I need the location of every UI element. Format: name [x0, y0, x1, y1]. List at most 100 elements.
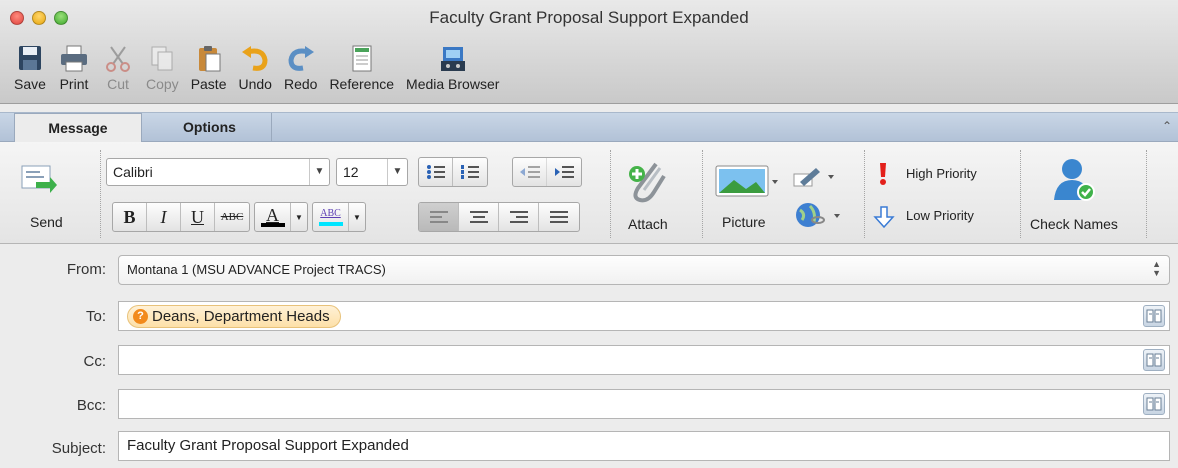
numbered-list-icon [461, 165, 479, 179]
decrease-indent-icon [519, 166, 540, 178]
strikethrough-button[interactable]: ABC [215, 203, 249, 231]
hyperlink-button[interactable] [792, 200, 844, 230]
copy-label: Copy [146, 76, 179, 92]
increase-indent-button[interactable] [547, 158, 581, 186]
copy-button[interactable]: Copy [146, 44, 179, 92]
recipient-name: Deans, Department Heads [152, 308, 330, 325]
redo-button[interactable]: Redo [284, 44, 317, 92]
highlight-glyph: ABC [320, 208, 341, 219]
bullets-button[interactable] [419, 158, 453, 186]
address-book-button[interactable] [1143, 393, 1165, 415]
from-value: Montana 1 (MSU ADVANCE Project TRACS) [127, 262, 386, 277]
undo-button[interactable]: Undo [239, 44, 272, 92]
ribbon-divider [702, 150, 703, 238]
collapse-ribbon-icon[interactable]: ⌃ [1162, 119, 1172, 133]
chevron-down-icon: ▼ [295, 212, 303, 222]
edit-picture-button[interactable] [792, 166, 838, 188]
bold-button[interactable]: B [113, 203, 147, 231]
decrease-indent-button[interactable] [513, 158, 547, 186]
align-center-button[interactable] [459, 203, 499, 231]
cc-field[interactable] [118, 345, 1170, 375]
bcc-field[interactable] [118, 389, 1170, 419]
subject-input[interactable]: Faculty Grant Proposal Support Expanded [118, 431, 1170, 461]
print-button[interactable]: Print [58, 44, 90, 92]
undo-icon [242, 46, 268, 71]
question-mark-icon: ? [133, 309, 148, 324]
align-right-icon [509, 211, 528, 223]
low-priority-button[interactable] [872, 206, 896, 228]
down-arrow-icon [873, 206, 895, 228]
chevron-down-icon: ▼ [387, 159, 407, 185]
justify-button[interactable] [539, 203, 579, 231]
from-select[interactable]: Montana 1 (MSU ADVANCE Project TRACS) ▲ ▼ [118, 255, 1170, 285]
italic-button[interactable]: I [147, 203, 181, 231]
print-label: Print [59, 76, 89, 92]
address-book-button[interactable] [1143, 305, 1165, 327]
person-check-icon [1054, 159, 1095, 201]
ribbon-tabs: Message Options ⌃ [0, 112, 1178, 144]
main-toolbar: Save Print Cut Copy Paste Undo Redo Refe… [14, 44, 511, 92]
ribbon-divider [610, 150, 611, 238]
highlight-swatch: ABC [313, 203, 349, 231]
ribbon-divider [1146, 150, 1147, 238]
redo-icon [288, 46, 314, 71]
attach-label: Attach [628, 216, 668, 232]
media-browser-button[interactable]: Media Browser [406, 44, 499, 92]
reference-button[interactable]: Reference [329, 44, 394, 92]
low-priority-label[interactable]: Low Priority [906, 208, 974, 223]
to-label: To: [85, 308, 106, 325]
tab-message[interactable]: Message [14, 113, 142, 144]
picture-button[interactable] [714, 164, 780, 198]
ribbon-message: Send Calibri ▼ 12 ▼ B I U ABC A ▼ ABC ▼ … [0, 142, 1178, 244]
send-button[interactable] [20, 162, 58, 198]
numbering-button[interactable] [453, 158, 487, 186]
address-book-icon [1146, 397, 1162, 411]
paste-button[interactable]: Paste [191, 44, 227, 92]
highlight-bar [318, 222, 343, 226]
undo-label: Undo [238, 76, 272, 92]
font-color-glyph: A [266, 205, 279, 225]
indent-buttons [512, 157, 582, 187]
check-names-button[interactable] [1052, 156, 1096, 202]
align-left-icon [429, 211, 448, 223]
high-priority-label[interactable]: High Priority [906, 166, 977, 181]
subject-label: Subject: [51, 440, 106, 457]
window-title: Faculty Grant Proposal Support Expanded [429, 8, 749, 27]
ribbon-divider [1020, 150, 1021, 238]
font-color-swatch: A [255, 203, 291, 231]
align-left-button[interactable] [419, 203, 459, 231]
send-icon [21, 165, 57, 193]
reference-icon [352, 45, 372, 72]
font-size-select[interactable]: 12 ▼ [336, 158, 408, 186]
high-priority-button[interactable] [876, 162, 890, 186]
paste-label: Paste [190, 76, 227, 92]
tab-options[interactable]: Options [148, 113, 272, 143]
font-color-bar [260, 223, 285, 227]
media-browser-icon [440, 47, 465, 71]
alignment-buttons [418, 202, 580, 232]
highlight-button[interactable]: ABC ▼ [312, 202, 366, 232]
copy-icon [151, 46, 173, 71]
attach-button[interactable] [626, 160, 670, 206]
cc-label: Cc: [83, 353, 107, 370]
to-field[interactable]: ? Deans, Department Heads [118, 301, 1170, 331]
font-name-select[interactable]: Calibri ▼ [106, 158, 330, 186]
address-book-icon [1146, 353, 1162, 367]
increase-indent-icon [555, 166, 574, 178]
picture-icon [715, 165, 778, 197]
chevron-down-icon: ▼ [309, 159, 329, 185]
address-book-icon [1146, 309, 1162, 323]
media-browser-label: Media Browser [406, 76, 500, 92]
recipient-chip[interactable]: ? Deans, Department Heads [127, 305, 341, 328]
ribbon-divider [100, 150, 101, 238]
redo-label: Redo [283, 76, 318, 92]
save-button[interactable]: Save [14, 44, 46, 92]
font-color-button[interactable]: A ▼ [254, 202, 308, 232]
scissors-icon [106, 46, 130, 72]
cut-button[interactable]: Cut [102, 44, 134, 92]
paste-icon [198, 46, 221, 72]
align-right-button[interactable] [499, 203, 539, 231]
address-book-button[interactable] [1143, 349, 1165, 371]
underline-button[interactable]: U [181, 203, 215, 231]
up-down-arrows-icon: ▲ ▼ [1152, 259, 1161, 278]
